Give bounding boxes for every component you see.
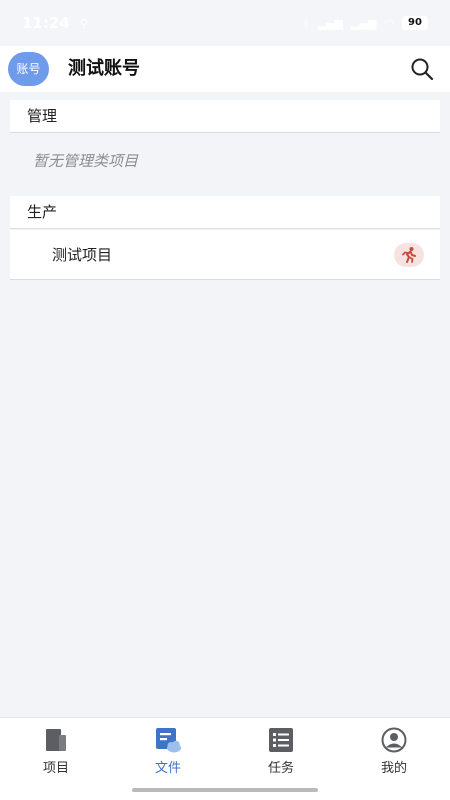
avatar[interactable]: 账号 xyxy=(8,52,49,86)
nav-label-tasks: 任务 xyxy=(267,761,294,776)
project-row-test[interactable]: 测试项目 xyxy=(10,230,440,280)
nav-tab-tasks[interactable]: 任务 xyxy=(225,718,337,788)
wifi-icon: ◠ xyxy=(384,16,394,30)
file-cloud-icon xyxy=(156,728,181,753)
search-icon xyxy=(411,58,434,81)
bluetooth-icon: ᛒ xyxy=(303,16,310,30)
nav-label-projects: 项目 xyxy=(42,761,69,776)
signal-icon: ▂▄▆ xyxy=(317,16,343,30)
signal-icon-2: ▂▄▆ xyxy=(351,16,377,30)
task-list-icon xyxy=(269,728,293,752)
running-status-badge[interactable] xyxy=(394,243,424,267)
home-indicator[interactable] xyxy=(132,788,318,792)
nav-tab-files[interactable]: 文件 xyxy=(112,718,224,788)
battery-icon: 90 xyxy=(402,16,428,30)
usb-icon: ⚲ xyxy=(79,16,88,30)
status-bar: 11:24 ⚲ ᛒ ▂▄▆ ▂▄▆ ◠ 90 xyxy=(0,0,450,46)
running-person-icon xyxy=(402,247,416,263)
search-button[interactable] xyxy=(410,57,434,81)
project-label: 测试项目 xyxy=(52,246,113,264)
document-icon xyxy=(46,729,66,751)
nav-tab-projects[interactable]: 项目 xyxy=(0,718,112,788)
status-left: 11:24 ⚲ xyxy=(22,14,88,32)
nav-label-me: 我的 xyxy=(380,761,407,776)
nav-label-files: 文件 xyxy=(154,761,181,776)
section-header-management: 管理 xyxy=(10,100,440,133)
profile-icon xyxy=(381,727,407,753)
nav-tab-me[interactable]: 我的 xyxy=(338,718,450,788)
status-time: 11:24 xyxy=(22,14,70,32)
section-header-production: 生产 xyxy=(10,196,440,229)
empty-state-text: 暂无管理类项目 xyxy=(33,152,139,170)
page-title: 测试账号 xyxy=(68,58,140,79)
app-header: 账号 测试账号 xyxy=(0,46,450,92)
status-right: ᛒ ▂▄▆ ▂▄▆ ◠ 90 xyxy=(303,16,428,30)
